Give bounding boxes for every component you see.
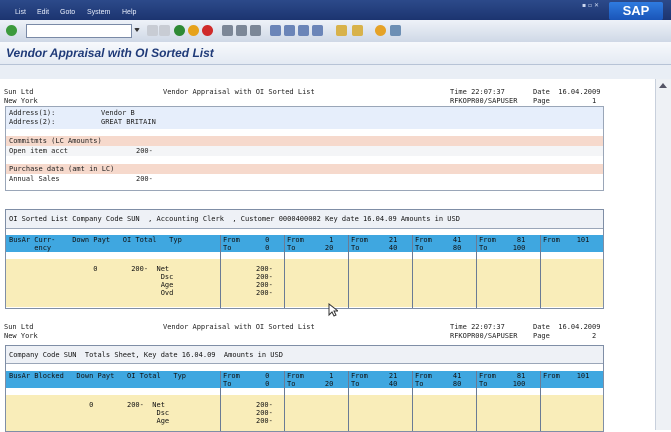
toolbar (0, 20, 671, 43)
header-left-1: BusAr Curr- Down Payt OI Total Typ (9, 236, 182, 244)
col1-to: To 0 (223, 244, 270, 252)
t2-col4-to: To 80 (415, 380, 462, 388)
t2-col6-from: From 101 (543, 372, 590, 380)
col3-from: From 21 (351, 236, 398, 244)
t2-col1-to: To 0 (223, 380, 270, 388)
vertical-scrollbar[interactable] (655, 79, 671, 430)
report-title: Vendor Appraisal with OI Sorted List (163, 88, 315, 96)
table-row-left: 0 200- Net Dsc Age Ovd (93, 265, 174, 297)
vendor-info-box: Address(1): Vendor B Address(2): GREAT B… (5, 106, 604, 191)
t2-col4-from: From 41 (415, 372, 462, 380)
menu-help[interactable]: Help (122, 9, 136, 16)
exit-icon[interactable] (188, 25, 199, 36)
table-row-col0: 200- 200- 200- 200- (256, 265, 273, 297)
find-next-icon[interactable] (250, 25, 261, 36)
company-name: Sun Ltd (4, 88, 34, 96)
report-user: RFKOPR00/SAPUSER (450, 97, 518, 105)
menu-edit[interactable]: Edit (37, 9, 49, 16)
cancel-icon[interactable] (202, 25, 213, 36)
report-time-2: Time 22:07:37 (450, 323, 505, 331)
t2-col3-from: From 21 (351, 372, 398, 380)
table2-header-left: BusAr Blocked Down Payt OI Total Typ (9, 372, 187, 380)
col6-from: From 101 (543, 236, 590, 244)
address1-value: Vendor B (101, 109, 135, 117)
table2-row-col0: 200- 200- 200- (256, 401, 273, 425)
help-icon[interactable] (375, 25, 386, 36)
report-date: Date 16.04.2009 (533, 88, 601, 96)
scroll-up-icon[interactable] (659, 83, 667, 88)
open-item-value: 200- (136, 147, 153, 155)
col4-from: From 41 (415, 236, 462, 244)
oi-sorted-table: OI Sorted List Company Code SUN , Accoun… (5, 209, 604, 309)
col2-from: From 1 (287, 236, 334, 244)
header-left-2: ency (9, 244, 52, 252)
address2-value: GREAT BRITAIN (101, 118, 156, 126)
first-page-icon[interactable] (270, 25, 281, 36)
page-title: Vendor Appraisal with OI Sorted List (6, 46, 214, 60)
chevron-down-icon[interactable] (134, 28, 140, 32)
report-area: Sun Ltd New York Vendor Appraisal with O… (0, 79, 656, 432)
col3-to: To 40 (351, 244, 398, 252)
next-page-icon[interactable] (298, 25, 309, 36)
commitments-title: Commitmts (LC Amounts) (9, 137, 102, 145)
report-page: Page 1 (533, 97, 597, 105)
title-bar: Vendor Appraisal with OI Sorted List (0, 42, 671, 65)
address-band (6, 107, 603, 129)
table2-caption: Company Code SUN Totals Sheet, Key date … (9, 351, 283, 359)
col2-to: To 20 (287, 244, 334, 252)
menu-system[interactable]: System (87, 9, 110, 16)
col5-to: To 100 (479, 244, 526, 252)
open-item-label: Open item acct (9, 147, 69, 155)
col4-to: To 80 (415, 244, 462, 252)
menu-goto[interactable]: Goto (60, 9, 75, 16)
window-controls[interactable]: ▪ ▫ ✕ (582, 2, 599, 9)
report-time: Time 22:07:37 (450, 88, 505, 96)
previous-page-icon[interactable] (284, 25, 295, 36)
address1-label: Address(1): (9, 109, 56, 117)
t2-col1-from: From 0 (223, 372, 270, 380)
annual-sales-label: Annual Sales (9, 175, 60, 183)
col1-from: From 0 (223, 236, 270, 244)
totals-sheet-table: Company Code SUN Totals Sheet, Key date … (5, 345, 604, 432)
address2-label: Address(2): (9, 118, 56, 126)
annual-sales-value: 200- (136, 175, 153, 183)
save-icon[interactable] (159, 25, 170, 36)
application-toolbar (0, 65, 671, 79)
t2-col5-from: From 81 (479, 372, 526, 380)
company-name-2: Sun Ltd (4, 323, 34, 331)
report-user-2: RFKOPR00/SAPUSER (450, 332, 518, 340)
layout-icon[interactable] (390, 25, 401, 36)
shortcut-icon[interactable] (352, 25, 363, 36)
report-date-2: Date 16.04.2009 (533, 323, 601, 331)
enter-icon[interactable] (6, 25, 17, 36)
print-icon[interactable] (222, 25, 233, 36)
back-icon[interactable] (174, 25, 185, 36)
t2-col5-to: To 100 (479, 380, 526, 388)
t2-col2-from: From 1 (287, 372, 334, 380)
last-page-icon[interactable] (312, 25, 323, 36)
col5-from: From 81 (479, 236, 526, 244)
new-session-icon[interactable] (336, 25, 347, 36)
table2-row-left: 0 200- Net Dsc Age (89, 401, 170, 425)
menu-list[interactable]: List (15, 9, 26, 16)
table-caption: OI Sorted List Company Code SUN , Accoun… (9, 215, 460, 223)
t2-col3-to: To 40 (351, 380, 398, 388)
command-field[interactable] (26, 24, 132, 38)
mouse-cursor-icon (328, 303, 338, 317)
company-city-2: New York (4, 332, 38, 340)
back-arrow-icon[interactable] (147, 25, 158, 36)
t2-col2-to: To 20 (287, 380, 334, 388)
purchase-title: Purchase data (amt in LC) (9, 165, 115, 173)
menu-bar: List Edit Goto System Help ▪ ▫ ✕ SAP (0, 0, 671, 20)
sap-logo: SAP (609, 2, 663, 20)
report-page-2: Page 2 (533, 332, 597, 340)
find-icon[interactable] (236, 25, 247, 36)
company-city: New York (4, 97, 38, 105)
report-title-2: Vendor Appraisal with OI Sorted List (163, 323, 315, 331)
